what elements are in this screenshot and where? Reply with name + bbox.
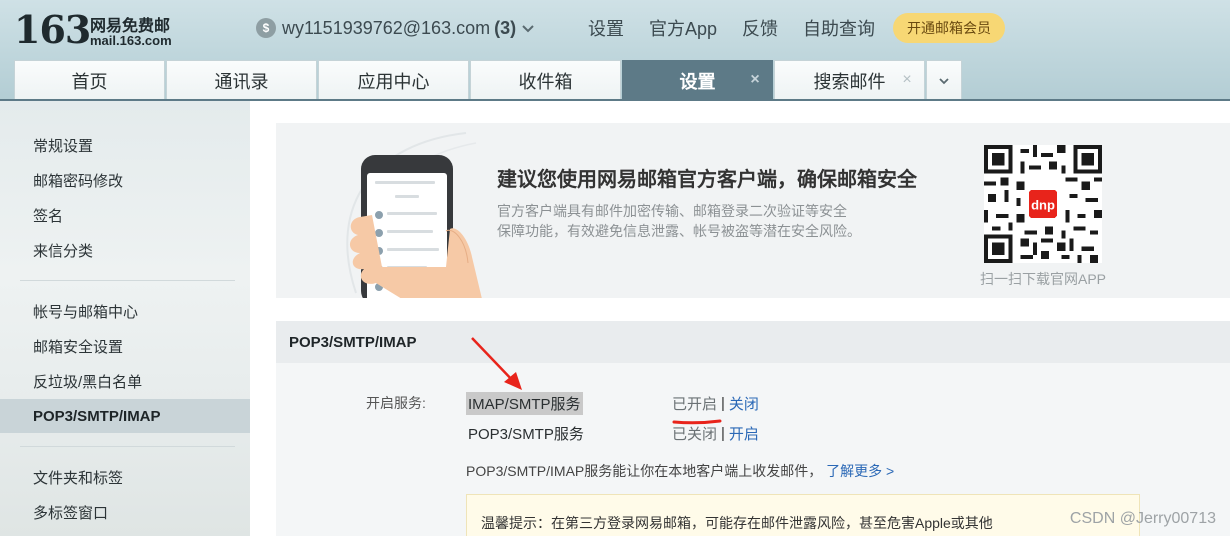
enable-pop3-link[interactable]: 开启 bbox=[729, 423, 759, 444]
account-switcher[interactable]: $ wy1151939762@163.com (3) bbox=[256, 16, 536, 40]
status-text: 已开启 bbox=[672, 395, 718, 413]
self-service-link[interactable]: 自助查询 bbox=[803, 15, 875, 41]
banner-desc-line: 官方客户端具有邮件加密传输、邮箱登录二次验证等安全 bbox=[497, 203, 847, 219]
top-header: 163 网易免费邮 mail.163.com $ wy1151939762@16… bbox=[0, 0, 1230, 101]
banner-description: 官方客户端具有邮件加密传输、邮箱登录二次验证等安全 保障功能，有效避免信息泄露、… bbox=[497, 201, 917, 241]
top-links: 设置 官方App 反馈 自助查询 bbox=[588, 16, 900, 40]
sidebar-item-signature[interactable]: 签名 bbox=[0, 198, 250, 232]
banner-desc-line: 保障功能，有效避免信息泄露、帐号被盗等潜在安全风险。 bbox=[497, 223, 861, 239]
red-arrow-annotation bbox=[471, 337, 522, 390]
sidebar-item-account-center[interactable]: 帐号与邮箱中心 bbox=[0, 294, 250, 328]
sidebar-item-antispam[interactable]: 反垃圾/黑白名单 bbox=[0, 364, 250, 398]
main-content: 建议您使用网易邮箱官方客户端，确保邮箱安全 官方客户端具有邮件加密传输、邮箱登录… bbox=[276, 101, 1230, 536]
sidebar-item-multi-tab[interactable]: 多标签窗口 bbox=[0, 495, 250, 529]
tab-settings[interactable]: 设置 × bbox=[622, 60, 773, 100]
svg-text:dnp: dnp bbox=[1031, 197, 1055, 212]
logo-number: 163 bbox=[14, 7, 91, 52]
sidebar-item-folders-tags[interactable]: 文件夹和标签 bbox=[0, 460, 250, 494]
tab-label: 搜索邮件 bbox=[813, 71, 886, 92]
tab-search-mail[interactable]: 搜索邮件 × bbox=[774, 60, 925, 100]
tab-home[interactable]: 首页 bbox=[14, 60, 165, 100]
banner-title: 建议您使用网易邮箱官方客户端，确保邮箱安全 bbox=[497, 169, 917, 191]
tab-app-center[interactable]: 应用中心 bbox=[318, 60, 469, 100]
sidebar-item-security[interactable]: 邮箱安全设置 bbox=[0, 329, 250, 363]
qr-code-icon: dnp bbox=[984, 145, 1102, 263]
sidebar-item-pop3-smtp-imap[interactable]: POP3/SMTP/IMAP bbox=[0, 399, 250, 433]
tab-inbox[interactable]: 收件箱 bbox=[470, 60, 621, 100]
coin-icon: $ bbox=[256, 18, 276, 38]
service-row: POP3/SMTP服务 bbox=[466, 421, 586, 445]
logo-domain: mail.163.com bbox=[90, 33, 172, 48]
sidebar-item-mail-classify[interactable]: 来信分类 bbox=[0, 233, 250, 267]
warning-tip: 温馨提示：在第三方登录网易邮箱，可能存在邮件泄露风险，甚至危害Apple或其他 bbox=[466, 494, 1140, 536]
sidebar-divider bbox=[20, 446, 235, 447]
hand-illustration bbox=[350, 215, 482, 298]
section-title: POP3/SMTP/IMAP bbox=[276, 321, 1230, 363]
info-text: POP3/SMTP/IMAP服务能让你在本地客户端上收发邮件， bbox=[466, 463, 823, 479]
main-tabs: 首页 通讯录 应用中心 收件箱 设置 × 搜索邮件 × bbox=[14, 60, 962, 100]
unread-count: (3) bbox=[494, 17, 517, 38]
tab-label: 通讯录 bbox=[214, 71, 269, 92]
tab-overflow-button[interactable] bbox=[926, 60, 962, 100]
chevron-down-icon bbox=[522, 25, 534, 33]
red-underline-annotation bbox=[672, 419, 722, 425]
vip-button[interactable]: 开通邮箱会员 bbox=[893, 13, 1005, 43]
tip-text: 温馨提示：在第三方登录网易邮箱，可能存在邮件泄露风险，甚至危害Apple或其他 bbox=[481, 515, 993, 531]
sidebar-item-general[interactable]: 常规设置 bbox=[0, 128, 250, 162]
chevron-down-icon bbox=[939, 77, 949, 84]
close-icon[interactable]: × bbox=[748, 72, 762, 88]
sidebar-divider bbox=[20, 280, 235, 281]
account-email: wy1151939762@163.com bbox=[282, 17, 491, 38]
close-icon[interactable]: × bbox=[900, 72, 914, 88]
tab-label: 收件箱 bbox=[518, 71, 573, 92]
client-promo-banner: 建议您使用网易邮箱官方客户端，确保邮箱安全 官方客户端具有邮件加密传输、邮箱登录… bbox=[276, 123, 1230, 298]
official-app-link[interactable]: 官方App bbox=[649, 15, 717, 41]
tab-label: 设置 bbox=[679, 71, 716, 92]
csdn-watermark: CSDN @Jerry00713 bbox=[1069, 510, 1216, 527]
disable-imap-link[interactable]: 关闭 bbox=[729, 393, 759, 414]
qr-caption: 扫一扫下载官网APP bbox=[979, 271, 1106, 287]
service-status: 已开启 | 关闭 bbox=[672, 391, 759, 415]
settings-link[interactable]: 设置 bbox=[588, 15, 624, 41]
settings-sidebar: 常规设置 邮箱密码修改 签名 来信分类 帐号与邮箱中心 邮箱安全设置 反垃圾/黑… bbox=[0, 101, 250, 536]
feedback-link[interactable]: 反馈 bbox=[742, 15, 778, 41]
separator: | bbox=[721, 424, 725, 442]
separator: | bbox=[721, 394, 725, 412]
sidebar-item-password[interactable]: 邮箱密码修改 bbox=[0, 163, 250, 197]
tab-label: 应用中心 bbox=[357, 71, 430, 92]
tab-label: 首页 bbox=[71, 71, 108, 92]
learn-more-link[interactable]: 了解更多 > bbox=[826, 463, 894, 479]
services-label: 开启服务: bbox=[366, 395, 426, 411]
tab-contacts[interactable]: 通讯录 bbox=[166, 60, 317, 100]
service-name: POP3/SMTP服务 bbox=[468, 425, 584, 443]
service-info: POP3/SMTP/IMAP服务能让你在本地客户端上收发邮件， 了解更多 > bbox=[466, 461, 894, 481]
